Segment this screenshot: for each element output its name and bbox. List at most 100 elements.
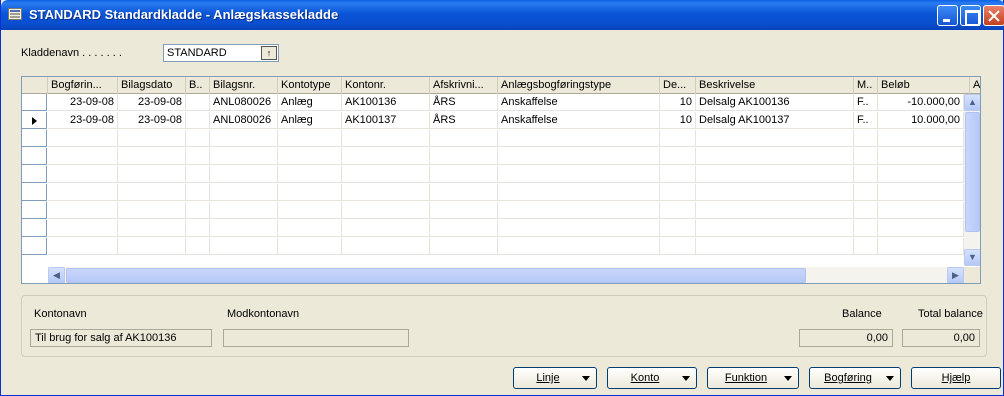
table-cell[interactable] [278, 130, 342, 147]
table-cell[interactable] [210, 130, 278, 147]
column-header[interactable]: Beskrivelse [696, 77, 854, 94]
table-cell[interactable] [878, 166, 964, 183]
table-cell[interactable] [118, 148, 186, 165]
vertical-scrollbar[interactable]: ▲ ▼ [964, 94, 980, 266]
table-cell[interactable]: F.. [854, 112, 878, 129]
table-cell[interactable] [854, 130, 878, 147]
table-cell[interactable] [430, 130, 498, 147]
scroll-left-icon[interactable]: ◀ [48, 267, 65, 283]
table-cell[interactable] [854, 166, 878, 183]
table-cell[interactable] [498, 220, 660, 237]
table-cell[interactable]: Delsalg AK100136 [696, 94, 854, 111]
row-selector[interactable] [22, 130, 47, 147]
title-bar[interactable]: STANDARD Standardkladde - Anlægskassekla… [1, 0, 1004, 30]
table-cell[interactable] [342, 220, 430, 237]
table-cell[interactable] [696, 166, 854, 183]
table-cell[interactable]: 10 [660, 94, 696, 111]
table-cell[interactable] [210, 202, 278, 219]
table-cell[interactable] [696, 148, 854, 165]
linje-menu-button[interactable]: Linje [513, 367, 597, 389]
table-cell[interactable] [854, 220, 878, 237]
table-cell[interactable] [696, 184, 854, 201]
table-cell[interactable] [278, 238, 342, 255]
table-cell[interactable]: 23-09-08 [118, 112, 186, 129]
table-cell[interactable]: Anlæg [278, 94, 342, 111]
column-header[interactable]: Anlægsbogføringstype [498, 77, 660, 94]
table-cell[interactable] [660, 238, 696, 255]
table-cell[interactable] [278, 184, 342, 201]
table-cell[interactable] [878, 148, 964, 165]
table-cell[interactable] [696, 202, 854, 219]
table-row[interactable]: 23-09-08 23-09-08 ANL080026 Anlæg AK100136 ÅR… [22, 94, 964, 111]
table-cell[interactable]: ÅRS [430, 112, 498, 129]
table-cell[interactable]: Delsalg AK100137 [696, 112, 854, 129]
table-cell[interactable]: F.. [854, 94, 878, 111]
table-cell[interactable] [186, 202, 210, 219]
table-cell[interactable] [878, 130, 964, 147]
table-row[interactable]: 23-09-08 23-09-08 ANL080026 Anlæg AK100137 ÅR… [22, 112, 964, 129]
table-cell[interactable] [278, 166, 342, 183]
table-cell[interactable] [878, 184, 964, 201]
table-cell[interactable] [186, 112, 210, 129]
table-cell[interactable] [278, 148, 342, 165]
column-header[interactable]: A [970, 77, 980, 94]
table-cell[interactable] [660, 166, 696, 183]
table-cell[interactable] [878, 220, 964, 237]
table-row[interactable] [22, 184, 964, 201]
konto-menu-button[interactable]: Konto [607, 367, 697, 389]
table-cell[interactable] [210, 220, 278, 237]
table-cell[interactable] [498, 238, 660, 255]
table-cell[interactable] [186, 184, 210, 201]
table-cell[interactable] [430, 184, 498, 201]
table-cell[interactable] [186, 166, 210, 183]
column-header[interactable]: Bilagsnr. [210, 77, 278, 94]
table-cell[interactable]: AK100136 [342, 94, 430, 111]
horizontal-scroll-thumb[interactable] [66, 268, 806, 283]
table-cell[interactable] [186, 130, 210, 147]
table-cell[interactable] [278, 202, 342, 219]
table-cell[interactable] [210, 148, 278, 165]
table-row[interactable] [22, 220, 964, 237]
table-cell[interactable] [696, 238, 854, 255]
column-header[interactable]: M.. [854, 77, 878, 94]
table-cell[interactable]: 23-09-08 [48, 112, 118, 129]
table-cell[interactable] [342, 166, 430, 183]
table-cell[interactable] [430, 166, 498, 183]
row-selector[interactable] [22, 94, 47, 111]
table-cell[interactable] [48, 220, 118, 237]
row-selector[interactable] [22, 238, 47, 255]
table-cell[interactable] [210, 238, 278, 255]
bogforing-menu-button[interactable]: Bogføring [809, 367, 901, 389]
table-cell[interactable] [118, 238, 186, 255]
table-cell[interactable] [118, 184, 186, 201]
table-cell[interactable] [278, 220, 342, 237]
table-cell[interactable] [342, 130, 430, 147]
table-cell[interactable] [430, 202, 498, 219]
table-row[interactable] [22, 238, 964, 255]
table-cell[interactable] [118, 130, 186, 147]
table-cell[interactable] [854, 184, 878, 201]
table-cell[interactable] [118, 202, 186, 219]
table-cell[interactable] [498, 148, 660, 165]
table-cell[interactable] [186, 220, 210, 237]
table-cell[interactable] [878, 238, 964, 255]
table-cell[interactable] [696, 130, 854, 147]
column-header[interactable]: Bilagsdato [118, 77, 186, 94]
table-cell[interactable] [498, 166, 660, 183]
table-cell[interactable] [854, 202, 878, 219]
table-cell[interactable] [498, 184, 660, 201]
table-cell[interactable]: ANL080026 [210, 112, 278, 129]
table-row[interactable] [22, 148, 964, 165]
table-cell[interactable] [48, 184, 118, 201]
vertical-scroll-thumb[interactable] [965, 112, 980, 232]
table-cell[interactable]: 10.000,00 [878, 112, 964, 129]
scroll-down-icon[interactable]: ▼ [964, 249, 980, 266]
table-cell[interactable] [342, 202, 430, 219]
table-cell[interactable] [498, 130, 660, 147]
scroll-right-icon[interactable]: ▶ [947, 267, 964, 283]
table-cell[interactable]: 23-09-08 [118, 94, 186, 111]
row-selector[interactable] [22, 184, 47, 201]
minimize-button[interactable] [937, 5, 958, 26]
table-cell[interactable] [854, 238, 878, 255]
table-cell[interactable] [48, 148, 118, 165]
